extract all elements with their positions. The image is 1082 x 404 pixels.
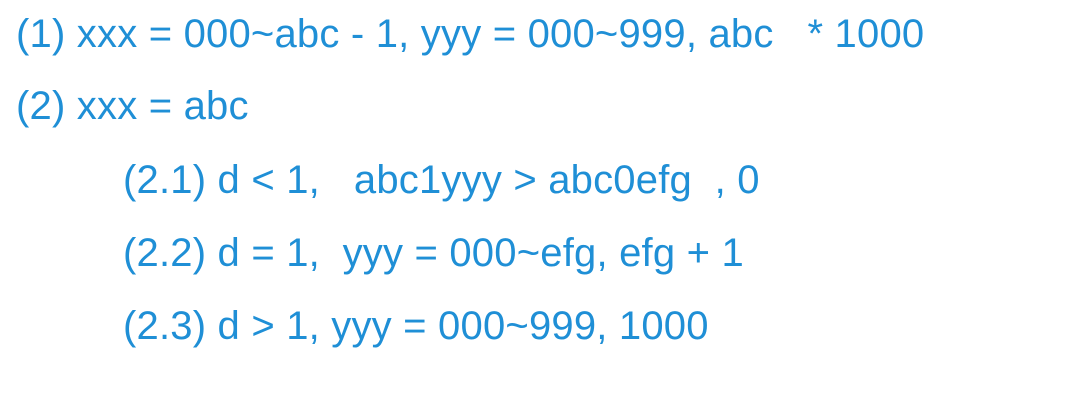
notes-canvas: (1) xxx = 000~abc - 1, yyy = 000~999, ab… xyxy=(0,0,1082,404)
case-2-2-line: (2.2) d = 1, yyy = 000~efg, efg + 1 xyxy=(123,231,744,275)
case-2-line: (2) xxx = abc xyxy=(16,84,249,128)
case-1-line: (1) xxx = 000~abc - 1, yyy = 000~999, ab… xyxy=(16,12,925,56)
case-2-3-line: (2.3) d > 1, yyy = 000~999, 1000 xyxy=(123,304,709,348)
case-2-1-line: (2.1) d < 1, abc1yyy > abc0efg , 0 xyxy=(123,158,760,202)
